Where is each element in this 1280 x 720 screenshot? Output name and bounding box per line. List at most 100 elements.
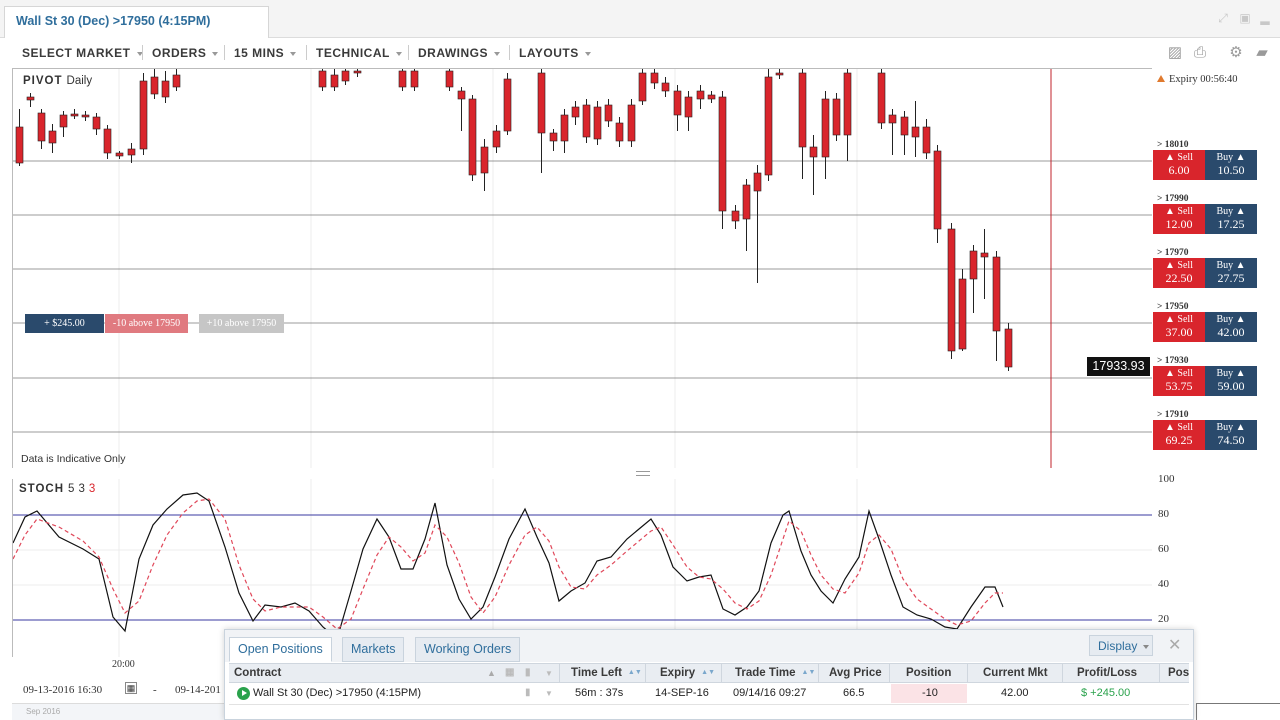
orders-menu[interactable]: ORDERS xyxy=(152,46,219,60)
close-icon[interactable]: ✕ xyxy=(1168,635,1181,655)
sell-button[interactable]: ▲ Sell 6.00 xyxy=(1153,150,1205,180)
chevron-down-icon xyxy=(212,51,219,56)
candle-body xyxy=(684,96,693,118)
price-chart[interactable]: PIVOT Daily Data is Indicative Only + $24… xyxy=(12,68,1152,468)
sell-price: 53.75 xyxy=(1165,379,1193,393)
column-header-avg-price[interactable]: Avg Price xyxy=(829,667,882,679)
column-header-contract[interactable]: Contract xyxy=(234,667,281,679)
minimize-icon[interactable]: ▂ xyxy=(1259,12,1271,24)
column-options-icon[interactable]: ▲ xyxy=(487,668,496,678)
buy-label: Buy ▲ xyxy=(1216,152,1246,163)
horizontal-scrollbar[interactable] xyxy=(229,704,1189,716)
display-label: Display xyxy=(1098,639,1138,653)
sell-button[interactable]: ▲ Sell 53.75 xyxy=(1153,366,1205,396)
gear-icon[interactable]: ⚙ xyxy=(1227,44,1245,62)
chat-icon[interactable]: ▰ xyxy=(1253,44,1271,62)
candle-body xyxy=(410,70,419,88)
grid-icon[interactable]: ▦ xyxy=(505,667,514,678)
candle-body xyxy=(696,90,705,100)
menu-label: 15 MINS xyxy=(234,46,285,60)
maximize-icon[interactable]: ▣ xyxy=(1239,12,1251,24)
buy-button[interactable]: Buy ▲ 10.50 xyxy=(1205,150,1257,180)
calendar-icon[interactable]: ▦ xyxy=(125,682,137,694)
column-header-profit-loss[interactable]: Profit/Loss xyxy=(1077,667,1137,679)
date-from[interactable]: 09-13-2016 16:30 xyxy=(23,684,102,696)
strike-label: > 18010 xyxy=(1157,140,1189,150)
bars-icon[interactable]: ▮ xyxy=(525,667,531,678)
select-market-menu[interactable]: SELECT MARKET xyxy=(22,46,143,60)
candle-body xyxy=(809,146,818,158)
technical-menu[interactable]: TECHNICAL xyxy=(316,46,402,60)
sell-button[interactable]: ▲ Sell 22.50 xyxy=(1153,258,1205,288)
cell-avg-price: 66.5 xyxy=(843,687,865,699)
layouts-menu[interactable]: LAYOUTS xyxy=(519,46,591,60)
chevron-down-icon[interactable]: ▼ xyxy=(545,689,553,698)
cell-expiry: 14-SEP-16 xyxy=(655,687,709,699)
column-divider xyxy=(559,664,560,683)
column-divider xyxy=(645,664,646,683)
column-header-pos[interactable]: Pos xyxy=(1168,667,1189,679)
pane-splitter-handle[interactable] xyxy=(636,471,650,476)
candle-body xyxy=(15,126,24,164)
bars-icon[interactable]: ▮ xyxy=(525,687,531,698)
buy-button[interactable]: Buy ▲ 17.25 xyxy=(1205,204,1257,234)
title-bar: Wall St 30 (Dec) >17950 (4:15PM) ⤢ ▣ ▂ xyxy=(0,0,1280,38)
sell-price: 12.00 xyxy=(1165,217,1193,231)
drawings-menu[interactable]: DRAWINGS xyxy=(418,46,500,60)
chevron-down-icon xyxy=(290,51,297,56)
candle-body xyxy=(59,114,68,128)
time-tick-label: 20:00 xyxy=(112,659,135,670)
tab-working-orders[interactable]: Working Orders xyxy=(415,637,521,662)
buy-button[interactable]: Buy ▲ 42.00 xyxy=(1205,312,1257,342)
date-to[interactable]: 09-14-201 xyxy=(175,684,221,696)
stoch-axis-label: 40 xyxy=(1158,578,1169,590)
sell-button[interactable]: ▲ Sell 69.25 xyxy=(1153,420,1205,450)
chevron-down-icon[interactable]: ▼ xyxy=(545,669,553,678)
column-header-position[interactable]: Position xyxy=(906,667,951,679)
tab-markets[interactable]: Markets xyxy=(342,637,405,662)
column-header-current-mkt[interactable]: Current Mkt xyxy=(983,667,1048,679)
image-icon[interactable]: ▨ xyxy=(1166,44,1184,62)
print-icon[interactable]: ⎙ xyxy=(1191,44,1209,62)
candle-body xyxy=(638,72,647,102)
position-tag-sell[interactable]: -10 above 17950 xyxy=(105,314,188,333)
buy-button[interactable]: Buy ▲ 27.75 xyxy=(1205,258,1257,288)
sell-button[interactable]: ▲ Sell 12.00 xyxy=(1153,204,1205,234)
strike-label: > 17950 xyxy=(1157,302,1189,312)
timeframe-menu[interactable]: 15 MINS xyxy=(234,46,297,60)
column-header-trade-time[interactable]: Trade Time ▲▼ xyxy=(735,667,815,679)
stoch-axis-label: 80 xyxy=(1158,508,1169,520)
buy-text: Buy xyxy=(1216,368,1234,379)
display-button[interactable]: Display xyxy=(1089,635,1153,656)
buy-button[interactable]: Buy ▲ 74.50 xyxy=(1205,420,1257,450)
candle-body xyxy=(582,104,591,138)
tab-open-positions[interactable]: Open Positions xyxy=(229,637,332,662)
buy-label: Buy ▲ xyxy=(1216,260,1246,271)
overview-navigator[interactable]: Sep 2016 xyxy=(12,703,224,720)
chevron-down-icon xyxy=(494,51,500,56)
candle-body xyxy=(37,112,46,142)
column-header-time-left[interactable]: Time Left ▲▼ xyxy=(571,667,642,679)
menu-label: TECHNICAL xyxy=(316,46,390,60)
candle-body xyxy=(661,82,670,92)
expand-icon[interactable]: ⤢ xyxy=(1217,12,1229,24)
table-row[interactable]: Wall St 30 (Dec) >17950 (4:15PM) ▮ ▼ 56m… xyxy=(229,684,1189,703)
play-icon[interactable] xyxy=(237,687,250,700)
candle-body xyxy=(958,278,967,350)
stochastic-name: STOCH xyxy=(19,483,65,495)
indicative-notice: Data is Indicative Only xyxy=(21,453,126,465)
column-header-expiry[interactable]: Expiry ▲▼ xyxy=(660,667,715,679)
candle-body xyxy=(503,78,512,132)
position-tag-buy[interactable]: +10 above 17950 xyxy=(199,314,284,333)
sell-button[interactable]: ▲ Sell 37.00 xyxy=(1153,312,1205,342)
candle-body xyxy=(980,252,989,258)
strike-label: > 17930 xyxy=(1157,356,1189,366)
window-tab[interactable]: Wall St 30 (Dec) >17950 (4:15PM) xyxy=(4,6,269,38)
candle-body xyxy=(731,210,740,222)
app-window: Wall St 30 (Dec) >17950 (4:15PM) ⤢ ▣ ▂ S… xyxy=(0,0,1280,720)
chevron-down-icon xyxy=(1143,644,1150,649)
current-price-label: 17933.93 xyxy=(1087,357,1150,376)
buy-button[interactable]: Buy ▲ 59.00 xyxy=(1205,366,1257,396)
stochastic-param: 3 xyxy=(88,483,96,495)
price-ladder: Expiry 00:56:40 > 18010 ▲ Sell 6.00 Buy ▲ 10… xyxy=(1153,68,1280,468)
